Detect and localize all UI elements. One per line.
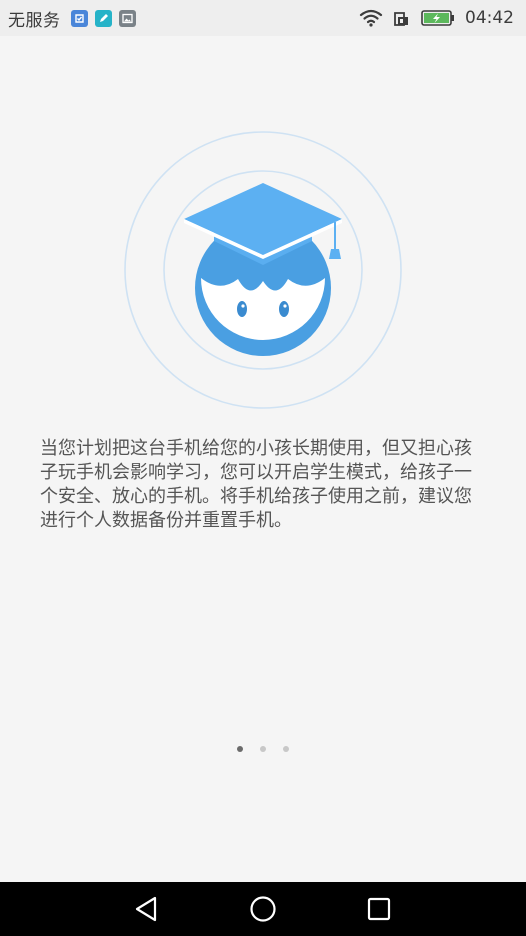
student-mode-intro-screen: 无服务 04:42 当您计划把这台手机给您的小孩长期使用，但又担心孩子玩手机会影… [0, 0, 526, 936]
gallery-icon [118, 9, 136, 27]
page-dot-1[interactable] [237, 746, 243, 752]
page-dot-2[interactable] [260, 746, 266, 752]
recents-button[interactable] [321, 882, 437, 936]
clock-label: 04:42 [465, 8, 514, 28]
back-icon [135, 896, 157, 922]
back-button[interactable] [89, 882, 205, 936]
student-mode-description: 当您计划把这台手机给您的小孩长期使用，但又担心孩子玩手机会影响学习，您可以开启学… [40, 438, 472, 531]
battery-charging-icon [421, 9, 455, 27]
student-graduation-cap-icon [122, 131, 404, 409]
page-indicator [0, 744, 526, 754]
home-icon [250, 896, 276, 922]
notes-icon [94, 9, 112, 27]
home-button[interactable] [205, 882, 321, 936]
page-dot-3[interactable] [283, 746, 289, 752]
carrier-label: 无服务 [8, 10, 61, 31]
navigation-bar [0, 882, 526, 936]
recents-icon [367, 897, 391, 921]
status-right: 04:42 [349, 8, 514, 28]
sim-icon [393, 9, 411, 27]
app-store-icon [70, 9, 88, 27]
status-left: 无服务 [8, 6, 143, 31]
status-bar: 无服务 04:42 [0, 0, 526, 36]
wifi-icon [359, 9, 383, 27]
